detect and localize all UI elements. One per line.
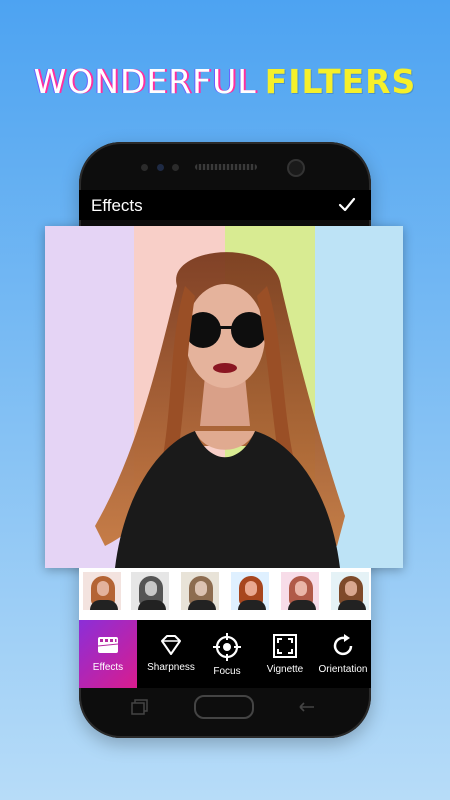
tool-bar: Effects Sharpness Focus Vignette Orienta… — [79, 620, 371, 688]
thumbnail-face — [245, 581, 257, 596]
filter-thumbnail-faded[interactable] — [179, 570, 221, 612]
thumbnail-body — [90, 600, 118, 610]
photo-preview[interactable] — [45, 226, 403, 568]
tool-orientation[interactable]: Orientation — [315, 620, 371, 688]
back-icon[interactable] — [297, 699, 317, 715]
system-nav-bar — [79, 688, 371, 728]
tool-label: Sharpness — [147, 662, 195, 673]
thumbnail-face — [295, 581, 307, 596]
rotate-icon — [333, 634, 353, 656]
tool-effects[interactable]: Effects — [79, 620, 137, 688]
frame-corners-icon — [273, 634, 297, 658]
recent-apps-icon[interactable] — [131, 699, 149, 715]
thumbnail-body — [188, 600, 216, 610]
filter-thumbnail-mono[interactable] — [129, 570, 171, 612]
filter-thumbnail-vivid[interactable] — [229, 570, 271, 612]
promo-headline: WONDERFUL FILTERS — [0, 62, 450, 101]
tool-label: Orientation — [318, 664, 368, 675]
front-camera — [289, 161, 303, 175]
tool-vignette[interactable]: Vignette — [257, 620, 313, 688]
portrait-image — [95, 252, 345, 568]
thumbnail-body — [138, 600, 166, 610]
filter-thumbnail-warm[interactable] — [81, 570, 123, 612]
check-icon[interactable] — [337, 195, 357, 215]
thumbnail-face — [195, 581, 207, 596]
tool-label: Effects — [92, 662, 124, 673]
tool-label: Vignette — [266, 664, 304, 675]
sensor-dot — [141, 164, 148, 171]
sensor-dot — [172, 164, 179, 171]
tool-sharpness[interactable]: Sharpness — [142, 620, 200, 688]
phone-top-bezel — [79, 142, 371, 190]
tool-focus[interactable]: Focus — [203, 620, 251, 688]
filter-thumbnail-strip — [79, 568, 371, 620]
filter-thumbnail-sepia[interactable] — [329, 570, 371, 612]
thumbnail-face — [97, 581, 109, 596]
headline-part-1: WONDERFUL — [33, 62, 257, 101]
filter-thumbnail-pink[interactable] — [279, 570, 321, 612]
page-title: Effects — [91, 196, 143, 215]
earpiece-speaker — [195, 164, 257, 170]
thumbnail-body — [338, 600, 366, 610]
app-header: Effects — [79, 190, 371, 220]
thumbnail-face — [145, 581, 157, 596]
sensor-dot — [157, 164, 164, 171]
diamond-icon — [161, 635, 181, 655]
headline-part-2: FILTERS — [264, 62, 417, 101]
tool-label: Focus — [213, 666, 241, 677]
home-button[interactable] — [194, 695, 254, 719]
thumbnail-face — [345, 581, 357, 596]
thumbnail-body — [238, 600, 266, 610]
thumbnail-body — [288, 600, 316, 610]
crosshair-icon — [213, 633, 241, 661]
film-icon — [97, 637, 119, 653]
